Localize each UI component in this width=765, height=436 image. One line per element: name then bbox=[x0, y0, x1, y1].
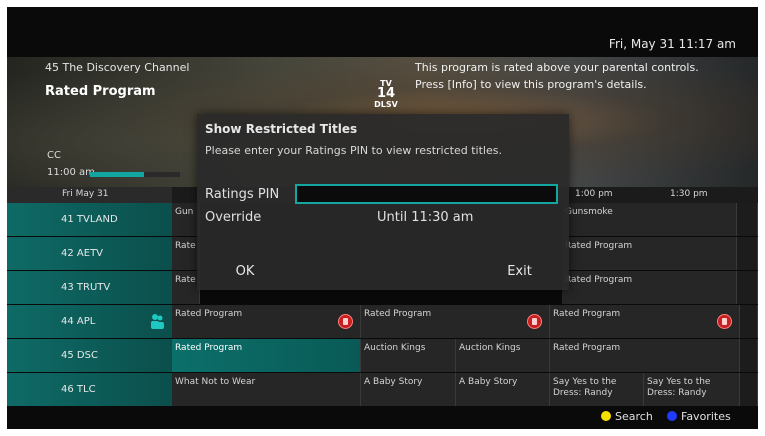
rating-value: 14 bbox=[376, 86, 396, 101]
search-label: Search bbox=[615, 410, 653, 423]
lock-icon bbox=[527, 314, 542, 329]
people-icon bbox=[151, 314, 164, 329]
program-cell[interactable]: A Baby Story bbox=[361, 373, 456, 406]
program-cell[interactable]: Rate bbox=[172, 237, 200, 270]
lock-icon bbox=[717, 314, 732, 329]
ok-button[interactable]: OK bbox=[205, 259, 285, 285]
program-cell-empty[interactable] bbox=[740, 339, 758, 372]
override-label: Override bbox=[205, 210, 262, 225]
program-cell[interactable]: What Not to Wear bbox=[172, 373, 361, 406]
channel-label: 41 TVLAND bbox=[61, 214, 118, 225]
channel-label: 44 APL bbox=[61, 316, 96, 327]
program-cell[interactable]: Say Yes to the Dress: Randy bbox=[644, 373, 740, 406]
parental-message: This program is rated above your parenta… bbox=[415, 61, 699, 91]
program-cell[interactable]: Gun bbox=[172, 203, 200, 236]
rating-descriptors: DLSV bbox=[374, 100, 398, 109]
lock-icon bbox=[338, 314, 353, 329]
channel-list: 41 TVLAND 42 AETV 43 TRUTV 44 APL 45 DSC… bbox=[7, 203, 172, 407]
date-cell: Fri May 31 bbox=[7, 187, 172, 203]
bottom-legend: Search Favorites bbox=[7, 407, 758, 429]
program-cell[interactable]: Gunsmoke bbox=[562, 203, 737, 236]
channel-row[interactable]: 45 DSC bbox=[7, 339, 172, 372]
pin-input[interactable] bbox=[295, 184, 558, 204]
program-cell[interactable]: Auction Kings bbox=[456, 339, 550, 372]
program-cell[interactable]: Rated Program bbox=[172, 305, 361, 338]
program-title: Rated Program bbox=[364, 309, 432, 319]
program-cell[interactable]: Rated Program bbox=[562, 271, 737, 304]
favorites-legend[interactable]: Favorites bbox=[667, 410, 731, 423]
program-cell-empty[interactable] bbox=[737, 237, 758, 270]
channel-row[interactable]: 42 AETV bbox=[7, 237, 172, 270]
current-program-title: Rated Program bbox=[45, 84, 156, 99]
program-progress-bar bbox=[90, 172, 180, 177]
time-slot-1: 1:00 pm bbox=[575, 189, 613, 199]
program-cell[interactable]: Say Yes to the Dress: Randy bbox=[550, 373, 644, 406]
channel-label: 46 TLC bbox=[61, 384, 96, 395]
channel-row[interactable]: 41 TVLAND bbox=[7, 203, 172, 236]
channel-row[interactable]: 43 TRUTV bbox=[7, 271, 172, 304]
grid-row: Rated Program Rated Program Rated Progra… bbox=[172, 305, 758, 338]
program-cell[interactable]: Rate bbox=[172, 271, 200, 304]
favorites-label: Favorites bbox=[681, 410, 731, 423]
program-cell[interactable]: A Baby Story bbox=[456, 373, 550, 406]
program-start-time: 11:00 am bbox=[47, 167, 95, 178]
blue-dot-icon bbox=[667, 411, 677, 421]
tv-rating-icon: TV 14 DLSV bbox=[372, 79, 400, 109]
program-cell[interactable]: Rated Program bbox=[562, 237, 737, 270]
program-cell[interactable]: Rated Program bbox=[361, 305, 550, 338]
date-label: Fri May 31 bbox=[62, 189, 109, 199]
clock: Fri, May 31 11:17 am bbox=[608, 37, 736, 51]
channel-label: 43 TRUTV bbox=[61, 282, 111, 293]
cc-indicator: CC bbox=[47, 150, 61, 161]
program-title: Rated Program bbox=[553, 309, 621, 319]
dialog-title: Show Restricted Titles bbox=[205, 122, 358, 136]
tv-screen: Fri, May 31 11:17 am 45 The Discovery Ch… bbox=[7, 7, 758, 429]
grid-row: Rated Program Auction Kings Auction King… bbox=[172, 339, 758, 372]
program-cell[interactable]: Auction Kings bbox=[361, 339, 456, 372]
channel-row[interactable]: 46 TLC bbox=[7, 373, 172, 406]
pin-label: Ratings PIN bbox=[205, 187, 280, 202]
exit-button[interactable]: Exit bbox=[477, 259, 562, 285]
program-cell-empty[interactable] bbox=[737, 271, 758, 304]
program-cell-empty[interactable] bbox=[740, 305, 758, 338]
search-legend[interactable]: Search bbox=[601, 410, 653, 423]
time-slot-2: 1:30 pm bbox=[670, 189, 708, 199]
program-cell-empty[interactable] bbox=[737, 203, 758, 236]
current-channel: 45 The Discovery Channel bbox=[45, 61, 190, 74]
channel-label: 42 AETV bbox=[61, 248, 104, 259]
program-progress-fill bbox=[90, 172, 144, 177]
channel-row[interactable]: 44 APL bbox=[7, 305, 172, 338]
program-cell[interactable]: Rated Program bbox=[550, 339, 740, 372]
pin-dialog: Show Restricted Titles Please enter your… bbox=[197, 114, 569, 290]
override-select[interactable]: Until 11:30 am bbox=[377, 210, 473, 225]
channel-label: 45 DSC bbox=[61, 350, 98, 361]
yellow-dot-icon bbox=[601, 411, 611, 421]
grid-row: What Not to Wear A Baby Story A Baby Sto… bbox=[172, 373, 758, 406]
dialog-instruction: Please enter your Ratings PIN to view re… bbox=[205, 144, 502, 157]
program-title: Rated Program bbox=[175, 309, 243, 319]
program-cell-empty[interactable] bbox=[740, 373, 758, 406]
program-cell[interactable]: Rated Program bbox=[550, 305, 740, 338]
program-cell-selected[interactable]: Rated Program bbox=[172, 339, 361, 372]
